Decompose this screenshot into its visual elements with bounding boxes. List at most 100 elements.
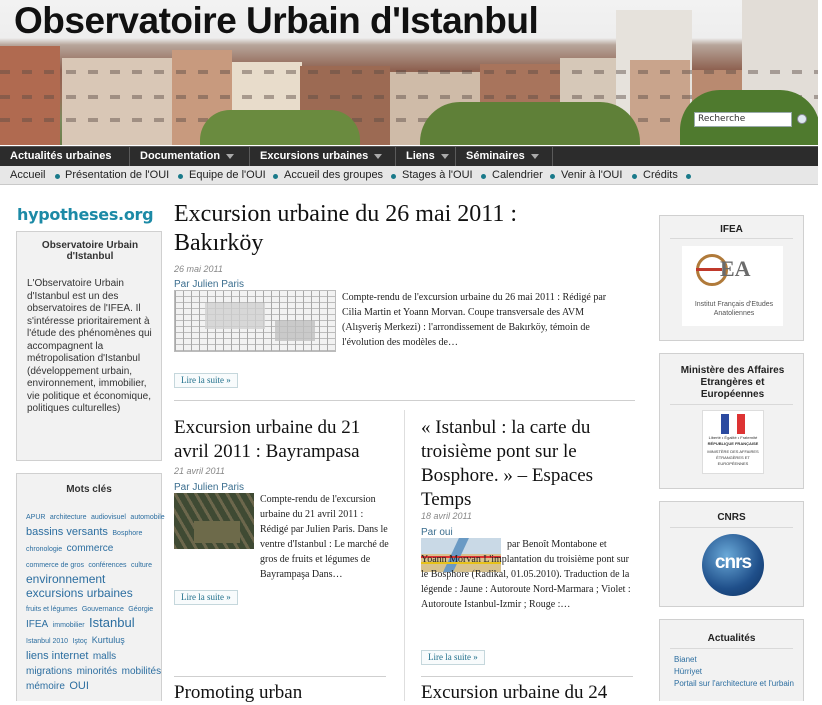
tag-link[interactable]: commerce de gros	[26, 562, 84, 569]
nav-label: Documentation	[140, 150, 221, 162]
tag-link[interactable]: OUI	[69, 680, 89, 692]
tag-link[interactable]: migrations	[26, 666, 72, 677]
divider	[174, 400, 635, 401]
post-excerpt: par Benoît Montabone et Yoann Morvan L'i…	[421, 539, 631, 610]
tag-link[interactable]: Istanbul	[89, 615, 135, 630]
news-link-bianet[interactable]: Bianet	[674, 654, 794, 666]
tag-link[interactable]: bassins versants	[26, 526, 108, 538]
tag-link[interactable]: chronologie	[26, 546, 62, 553]
tag-link[interactable]: mobilités	[122, 666, 161, 677]
subnav-presentation[interactable]: Présentation de l'OUI	[65, 169, 169, 181]
about-box: Observatoire Urbain d'Istanbul L'Observa…	[16, 231, 162, 461]
ifea-title: IFEA	[720, 224, 743, 235]
post-thumbnail[interactable]	[174, 290, 336, 352]
about-title: Observatoire Urbain d'Istanbul	[41, 240, 139, 262]
post-date: 18 avril 2011	[421, 511, 472, 521]
tag-link[interactable]: Kurtuluş	[92, 635, 125, 645]
post-title[interactable]: Excursion urbaine du 24	[421, 681, 636, 705]
bullet-icon	[273, 174, 278, 179]
nav-item-liens[interactable]: Liens	[396, 147, 456, 166]
about-text: L'Observatoire Urbain d'Istanbul est un …	[27, 278, 152, 414]
subnav-equipe[interactable]: Equipe de l'OUI	[189, 169, 266, 181]
tag-link[interactable]: Iştoç	[73, 638, 88, 645]
search-icon[interactable]	[797, 114, 807, 124]
divider	[670, 404, 793, 405]
post-author[interactable]: Par Julien Paris	[174, 279, 244, 290]
nav-label: Séminaires	[466, 150, 525, 162]
ministere-logo[interactable]: Liberté • Égalité • Fraternité RÉPUBLIQU…	[702, 410, 764, 474]
cnrs-logo[interactable]: cnrs	[702, 534, 764, 596]
tag-link[interactable]: mémoire	[26, 681, 65, 692]
divider	[174, 676, 386, 677]
nav-item-seminaires[interactable]: Séminaires	[456, 147, 553, 166]
chevron-down-icon	[530, 153, 539, 159]
nav-item-actualites[interactable]: Actualités urbaines	[0, 147, 130, 166]
ministere-box: Ministère des Affaires Etrangères et Eur…	[659, 353, 804, 489]
subnav-accueil-groupes[interactable]: Accueil des groupes	[284, 169, 383, 181]
main-nav: Actualités urbaines Documentation Excurs…	[0, 146, 818, 166]
news-link-hurriyet[interactable]: Hürriyet	[674, 666, 794, 678]
subnav-stages[interactable]: Stages à l'OUI	[402, 169, 473, 181]
post-title[interactable]: « Istanbul : la carte du troisième pont …	[421, 416, 636, 512]
post-thumbnail[interactable]	[174, 493, 254, 549]
divider	[670, 238, 793, 239]
bullet-icon	[178, 174, 183, 179]
tag-link[interactable]: Gouvernance	[82, 606, 124, 613]
hypotheses-logo[interactable]: hypotheses.org	[17, 205, 154, 224]
ministere-title: Ministère des Affaires Etrangères et Eur…	[680, 365, 785, 400]
post-title[interactable]: Excursion urbaine du 26 mai 2011 : Bakır…	[174, 200, 604, 258]
tag-link[interactable]: Géorgie	[128, 606, 153, 613]
tag-link[interactable]: commerce	[67, 543, 114, 554]
read-more-button[interactable]: Lire la suite »	[421, 650, 485, 665]
tag-link[interactable]: IFEA	[26, 619, 48, 630]
tags-title: Mots clés	[66, 484, 112, 495]
chevron-down-icon	[226, 153, 235, 159]
read-more-button[interactable]: Lire la suite »	[174, 373, 238, 388]
actualites-title: Actualités	[707, 633, 756, 644]
tag-link[interactable]: automobile	[130, 514, 164, 521]
divider	[421, 676, 633, 677]
column-divider	[404, 410, 405, 701]
subnav-venir[interactable]: Venir à l'OUI	[561, 169, 622, 181]
tag-link[interactable]: liens internet	[26, 650, 88, 662]
divider	[670, 527, 793, 528]
chevron-down-icon	[374, 153, 383, 159]
tag-link[interactable]: minorités	[77, 666, 118, 677]
post-author[interactable]: Par Julien Paris	[174, 482, 244, 493]
post-date: 26 mai 2011	[174, 264, 223, 274]
logo-republic: RÉPUBLIQUE FRANÇAISE	[707, 441, 759, 446]
read-more-button[interactable]: Lire la suite »	[174, 590, 238, 605]
tag-link[interactable]: architecture	[50, 514, 87, 521]
tag-link[interactable]: Bosphore	[112, 530, 142, 537]
tag-link[interactable]: APUR	[26, 514, 45, 521]
tag-link[interactable]: Istanbul 2010	[26, 638, 68, 645]
news-link-portail[interactable]: Portail sur l'architecture et l'urbain	[674, 678, 794, 690]
tag-link[interactable]: excursions urbaines	[26, 586, 133, 600]
tag-link[interactable]: audiovisuel	[91, 514, 126, 521]
tag-link[interactable]: conférences	[88, 562, 126, 569]
bullet-icon	[686, 174, 691, 179]
search-input[interactable]: Recherche	[694, 112, 792, 127]
post-title[interactable]: Promoting urban	[174, 681, 396, 705]
nav-label: Actualités urbaines	[10, 150, 112, 162]
tag-link[interactable]: malls	[93, 651, 116, 662]
tag-link[interactable]: fruits et légumes	[26, 606, 77, 613]
tag-link[interactable]: immobilier	[53, 622, 85, 629]
nav-item-excursions[interactable]: Excursions urbaines	[250, 147, 396, 166]
subnav-accueil[interactable]: Accueil	[10, 169, 45, 181]
bullet-icon	[481, 174, 486, 179]
subnav-credits[interactable]: Crédits	[643, 169, 678, 181]
tag-link[interactable]: culture	[131, 562, 152, 569]
post-title[interactable]: Excursion urbaine du 21 avril 2011 : Bay…	[174, 416, 396, 464]
subnav-calendrier[interactable]: Calendrier	[492, 169, 543, 181]
cnrs-logo-text: cnrs	[714, 552, 752, 573]
tag-link[interactable]: environnement	[26, 572, 105, 586]
nav-item-documentation[interactable]: Documentation	[130, 147, 250, 166]
bullet-icon	[632, 174, 637, 179]
site-title[interactable]: Observatoire Urbain d'Istanbul	[14, 0, 539, 42]
ifea-logo[interactable]: EA Institut Français d'Etudes Anatolienn…	[682, 246, 783, 326]
post-date: 21 avril 2011	[174, 466, 225, 476]
nav-label: Liens	[406, 150, 435, 162]
window-edge	[818, 0, 822, 701]
ifea-caption: Institut Français d'Etudes Anatoliennes	[694, 301, 774, 317]
